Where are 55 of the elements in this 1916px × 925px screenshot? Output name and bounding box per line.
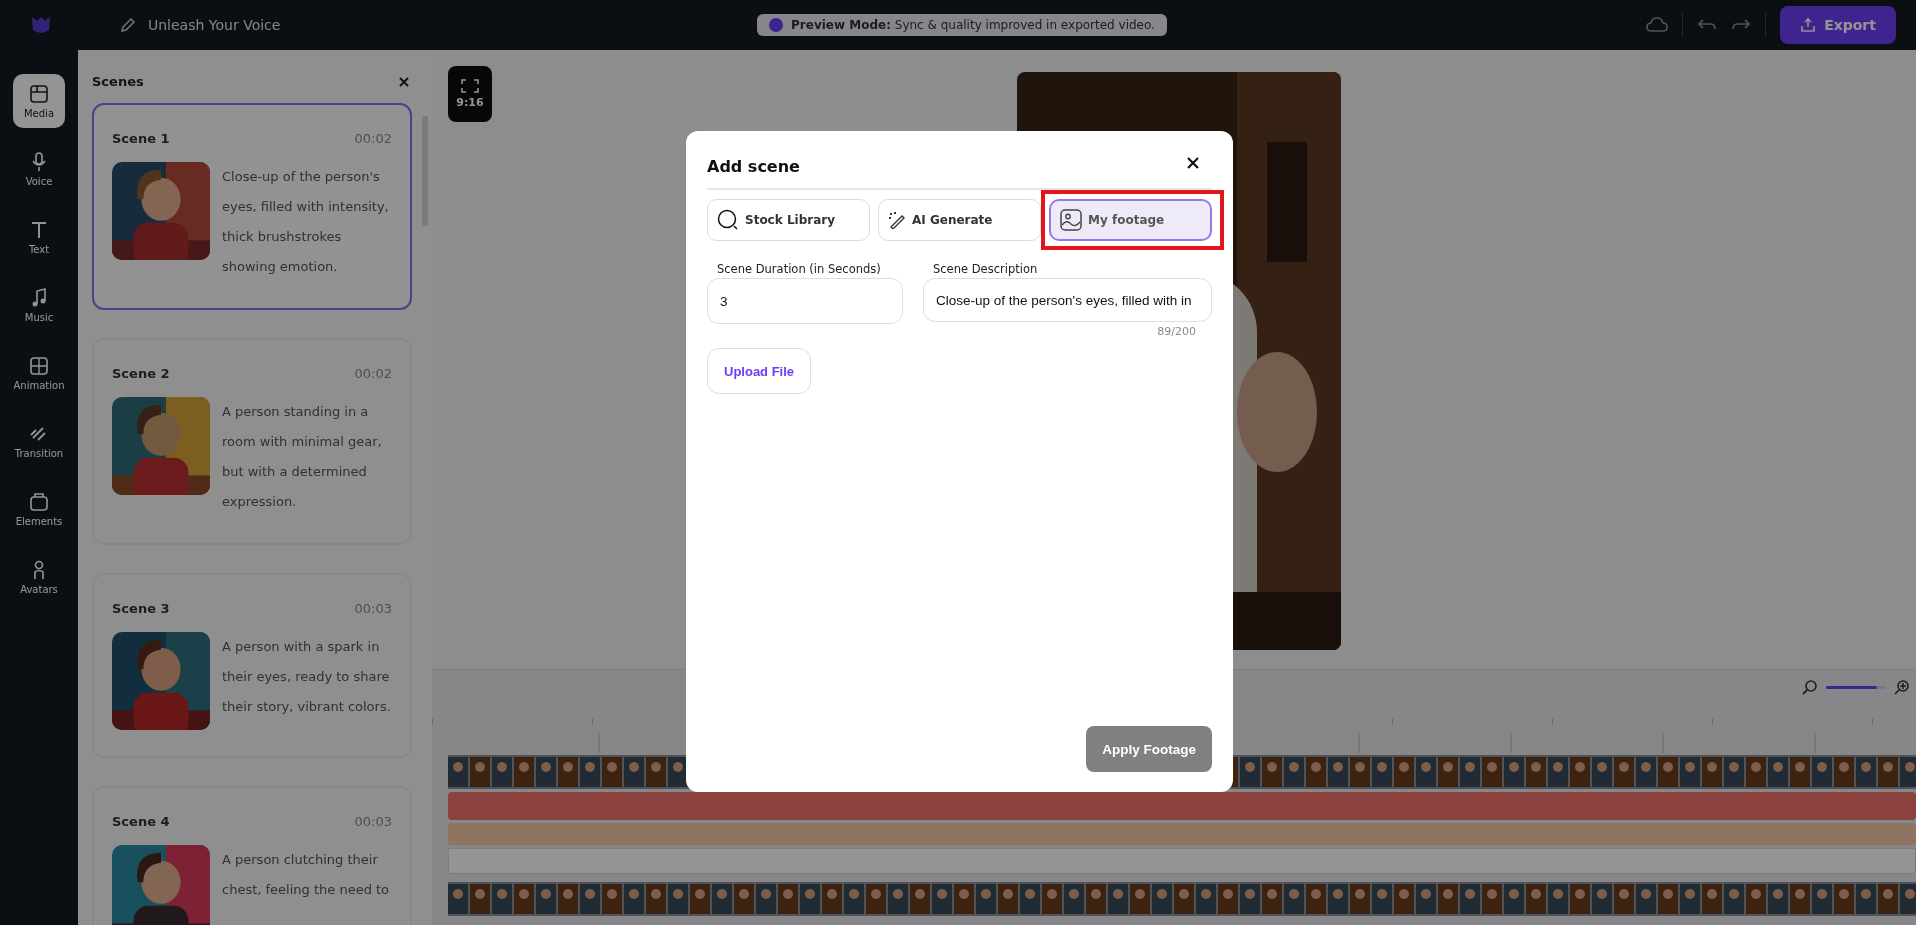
zoom-in-icon[interactable]	[1894, 679, 1910, 695]
grid-icon	[28, 83, 50, 105]
scene-title: Scene 1	[112, 131, 170, 146]
pencil-icon[interactable]	[120, 17, 136, 33]
close-icon[interactable]	[398, 75, 410, 88]
export-button[interactable]: Export	[1780, 6, 1896, 44]
scene-description: A person standing in a room with minimal gear, but with a determined expression.	[222, 403, 383, 511]
zoom-out-icon[interactable]	[1802, 679, 1818, 695]
scene-title: Scene 2	[112, 366, 170, 381]
scene-duration: 00:03	[354, 814, 392, 829]
scene-description: A person clutching their chest, feeling the need to	[222, 851, 391, 899]
upload-icon	[1800, 17, 1817, 33]
cloud-icon[interactable]	[1646, 17, 1669, 33]
image-icon	[1060, 209, 1082, 231]
scene-description: Close-up of the person's eyes, filled with intensity, thick brushstrokes showing emotion.	[222, 168, 390, 276]
scene-card[interactable]: Scene 2 00:02 A person standing in a room with minimal gear, but with a determined expression.	[92, 338, 412, 545]
search-icon	[717, 209, 739, 231]
dialog-title: Add scene	[707, 157, 800, 176]
close-icon[interactable]	[1186, 155, 1200, 170]
panel-title: Scenes	[92, 74, 144, 89]
notice-text: Preview Mode: Sync & quality improved in exported video.	[791, 18, 1155, 32]
scene-description: A person with a spark in their eyes, ready to share their story, vibrant colors.	[222, 638, 392, 716]
rail-item[interactable]: Media	[13, 74, 65, 128]
upload-file-button[interactable]: Upload File	[707, 348, 812, 394]
field-label: Scene Duration (in Seconds)	[716, 262, 882, 276]
project-title[interactable]: Unleash Your Voice	[148, 17, 281, 33]
scene-card[interactable]: Scene 3 00:03 A person with a spark in their eyes, ready to share their story, vibrant colors.	[92, 573, 412, 758]
zoom-slider-fill[interactable]	[1826, 685, 1877, 689]
film-icon	[28, 355, 50, 377]
rail-item[interactable]: Avatars	[13, 550, 65, 604]
rail-item[interactable]: Voice	[13, 142, 65, 196]
scene-card[interactable]: Scene 4 00:03 A person clutching their chest, feeling the need to	[92, 786, 412, 925]
scene-title: Scene 4	[112, 814, 170, 829]
rail-item[interactable]: Music	[13, 278, 65, 332]
tab[interactable]: My footage	[1049, 199, 1212, 241]
aspect-ratio-button[interactable]: 9:16	[448, 66, 492, 122]
character-counter: 89/200	[1157, 325, 1196, 338]
info-dot-icon	[769, 18, 784, 32]
field-label: Scene Description	[932, 262, 1039, 276]
scene-duration: 00:02	[354, 131, 392, 146]
scene-card[interactable]: Scene 1 00:02 Close-up of the person's eyes, filled with intensity, thick brushstrokes showing emotion.	[92, 103, 412, 310]
rail-item[interactable]: Transition	[13, 414, 65, 468]
scene-duration: 00:02	[354, 366, 392, 381]
tab[interactable]: Stock Library	[707, 199, 870, 241]
rail-item[interactable]: Animation	[13, 346, 65, 400]
tab[interactable]: AI Generate	[878, 199, 1041, 241]
expand-icon	[461, 79, 479, 93]
duration-field[interactable]: 3	[707, 278, 903, 324]
description-field[interactable]: Close-up of the person's eyes, filled with in	[923, 278, 1212, 322]
magic-wand-icon	[888, 211, 906, 229]
box-icon	[28, 491, 50, 513]
scene-duration: 00:03	[354, 601, 392, 616]
rail-item[interactable]: Elements	[13, 482, 65, 536]
scene-title: Scene 3	[112, 601, 170, 616]
rail-item[interactable]: Text	[13, 210, 65, 264]
